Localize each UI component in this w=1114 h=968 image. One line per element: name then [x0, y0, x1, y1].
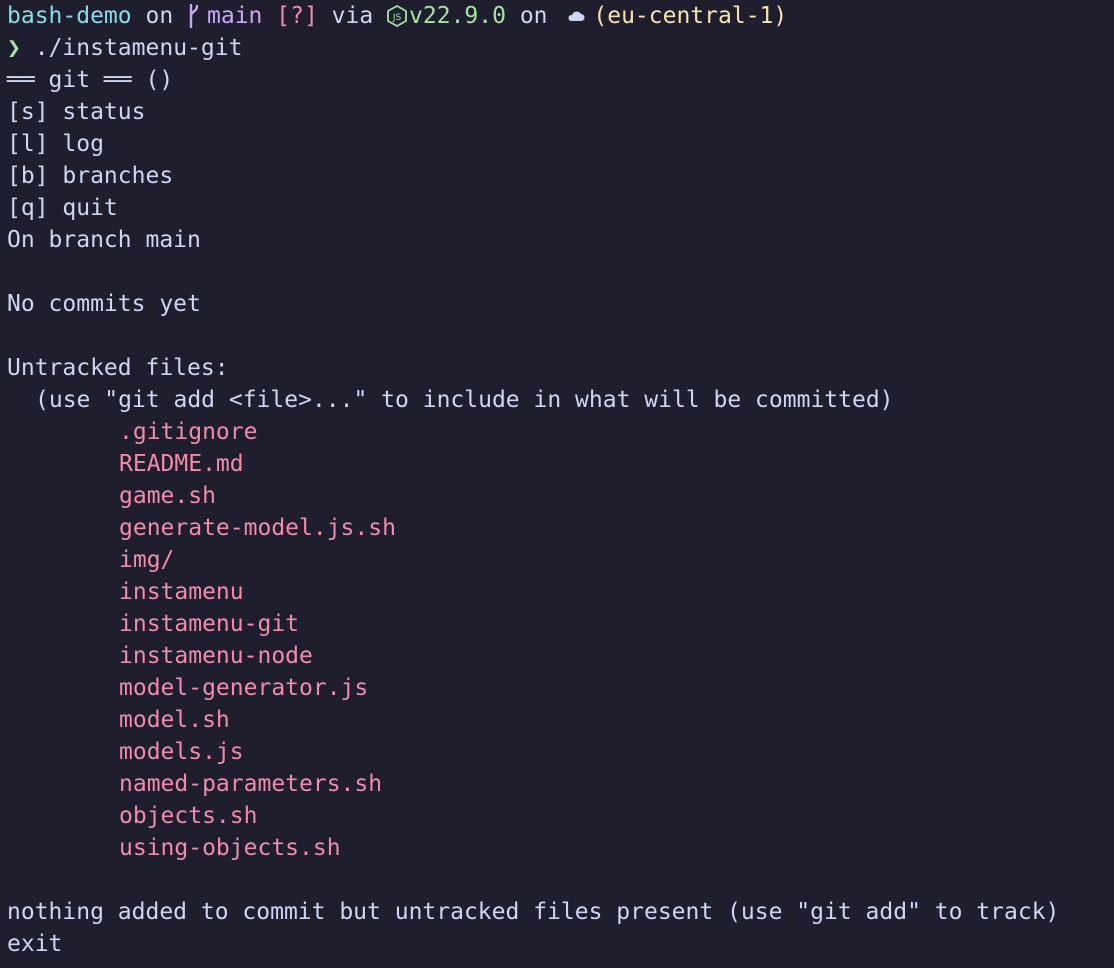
command-text: ./instamenu-git	[34, 35, 243, 61]
git-branch-icon	[189, 3, 199, 29]
prompt-node-version: v22.9.0	[409, 3, 506, 29]
menu-item-log[interactable]: [l] log	[7, 128, 1114, 160]
cloud-icon	[568, 11, 585, 21]
prompt-aws-region: (eu-central-1)	[593, 3, 788, 29]
menu-item-quit[interactable]: [q] quit	[7, 192, 1114, 224]
untracked-file: using-objects.sh	[119, 835, 341, 861]
menu-item-status[interactable]: [s] status	[7, 96, 1114, 128]
prompt-git-status: [?]	[262, 3, 318, 29]
output-on-branch: On branch main	[7, 227, 201, 253]
untracked-file: objects.sh	[119, 803, 258, 829]
prompt-directory: bash-demo	[7, 3, 132, 29]
untracked-file: instamenu	[119, 579, 244, 605]
untracked-file: game.sh	[119, 483, 216, 509]
shell-prompt: bash-demo on main [?] via JS v22.9.0 on …	[7, 0, 1114, 32]
menu-header: ══ git ══ ()	[7, 67, 174, 93]
nodejs-icon: JS	[387, 5, 407, 27]
prompt-symbol: ❯	[7, 35, 21, 61]
prompt-on-text: on	[131, 3, 188, 29]
untracked-file: generate-model.js.sh	[119, 515, 396, 541]
untracked-file: models.js	[119, 739, 244, 765]
output-no-commits: No commits yet	[7, 291, 201, 317]
untracked-file: model-generator.js	[119, 675, 369, 701]
untracked-file: img/	[119, 547, 175, 573]
output-nothing-added: nothing added to commit but untracked fi…	[7, 899, 1060, 925]
prompt-via-text: via	[317, 3, 388, 29]
terminal-window[interactable]: bash-demo on main [?] via JS v22.9.0 on …	[0, 0, 1114, 968]
untracked-file: .gitignore	[119, 419, 258, 445]
untracked-file: model.sh	[119, 707, 230, 733]
untracked-file: README.md	[119, 451, 244, 477]
prompt-on-text-2: on	[505, 3, 562, 29]
untracked-file: instamenu-node	[119, 643, 313, 669]
output-untracked-header: Untracked files:	[7, 355, 229, 381]
command-line: ❯ ./instamenu-git	[7, 32, 1114, 64]
output-hint: (use "git add <file>..." to include in w…	[35, 387, 894, 413]
untracked-file: instamenu-git	[119, 611, 300, 637]
untracked-file: named-parameters.sh	[119, 771, 383, 797]
output-exit: exit	[7, 931, 63, 957]
menu-item-branches[interactable]: [b] branches	[7, 160, 1114, 192]
prompt-branch: main	[207, 3, 263, 29]
svg-text:JS: JS	[392, 13, 402, 23]
